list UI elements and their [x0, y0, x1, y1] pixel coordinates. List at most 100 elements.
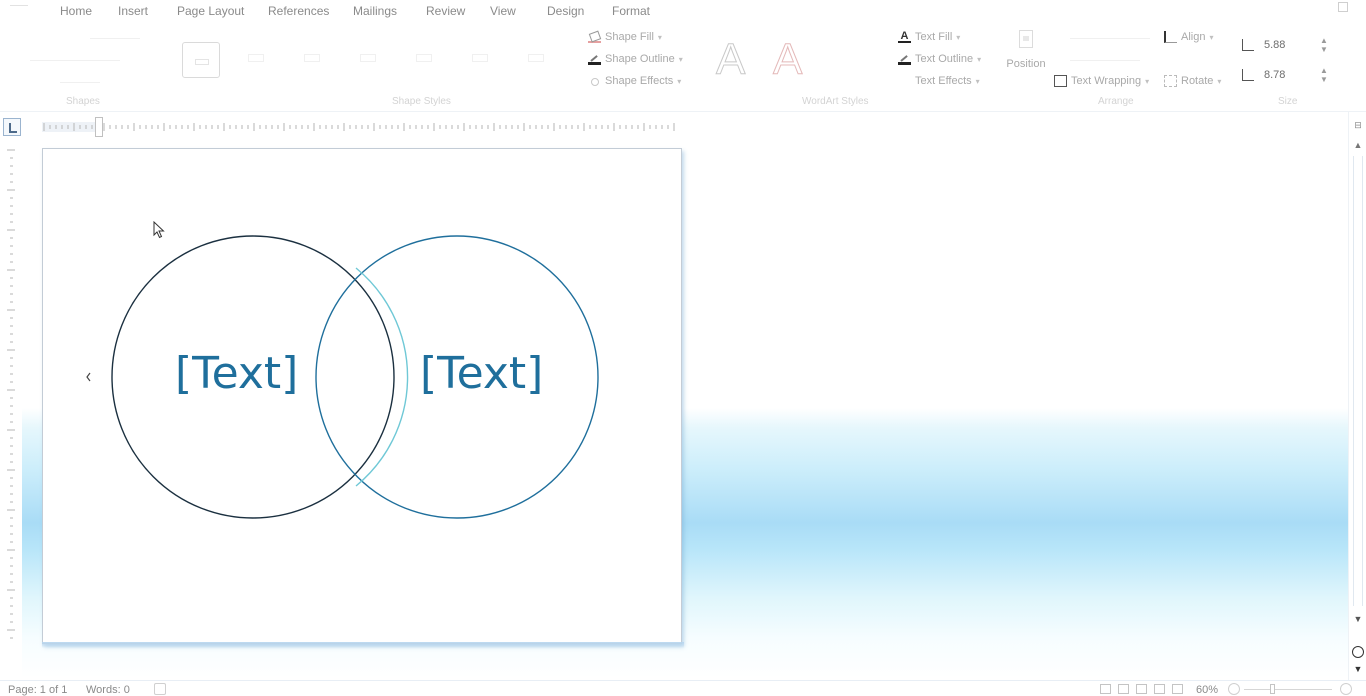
ruler-ticks	[7, 149, 15, 639]
chevron-down-icon: ▾	[975, 76, 980, 86]
print-layout-icon[interactable]	[1100, 684, 1111, 694]
position-button[interactable]: Position	[1002, 30, 1050, 82]
scroll-down-icon[interactable]: ▼	[1351, 612, 1365, 626]
next-page-icon[interactable]: ▼	[1351, 662, 1365, 676]
proofing-icon[interactable]	[154, 683, 166, 695]
scrollbar-thumb[interactable]	[1353, 156, 1363, 606]
zoom-level[interactable]: 60%	[1196, 684, 1218, 696]
chevron-down-icon: ▾	[657, 32, 662, 42]
shapes-gallery-row	[30, 60, 120, 61]
tab-view[interactable]: View	[490, 4, 516, 18]
shape-effects-icon	[588, 75, 601, 87]
shape-fill-button[interactable]: Shape Fill ▾	[588, 31, 662, 43]
tab-format[interactable]: Format	[612, 4, 650, 18]
shape-effects-button[interactable]: Shape Effects ▾	[588, 75, 681, 87]
rotate-label: Rotate	[1181, 75, 1214, 87]
shape-effects-label: Shape Effects	[605, 75, 674, 87]
wordart-style-sample[interactable]: A	[772, 34, 802, 86]
outline-view-icon[interactable]	[1154, 684, 1165, 694]
minimize-ribbon-icon[interactable]	[1338, 2, 1348, 12]
text-wrapping-button[interactable]: Text Wrapping ▾	[1054, 75, 1149, 87]
zoom-in-icon[interactable]	[1340, 683, 1352, 695]
group-label-wordart-styles: WordArt Styles	[802, 96, 869, 107]
width-icon	[1242, 69, 1254, 81]
align-label: Align	[1181, 31, 1206, 43]
shape-style-selected[interactable]	[182, 42, 220, 78]
text-effects-icon	[898, 75, 911, 87]
zoom-out-icon[interactable]	[1228, 683, 1240, 695]
page-count-status[interactable]: Page: 1 of 1	[8, 684, 67, 696]
shape-width-value: 8.78	[1264, 69, 1286, 81]
text-outline-button[interactable]: Text Outline ▾	[898, 53, 981, 65]
width-spinner-icon[interactable]: ▲ ▼	[1320, 66, 1328, 84]
height-spinner-icon[interactable]: ▲ ▼	[1320, 36, 1328, 54]
chevron-down-icon: ▾	[677, 76, 682, 86]
text-effects-button[interactable]: Text Effects ▾	[898, 75, 980, 87]
vertical-scrollbar[interactable]: ⊟ ▲ ▼ ▼	[1348, 112, 1366, 680]
vertical-ruler[interactable]	[4, 148, 18, 648]
zoom-slider[interactable]	[1244, 689, 1332, 690]
shapes-gallery-row	[90, 38, 140, 39]
tab-home[interactable]: Home	[60, 4, 92, 18]
tab-review[interactable]: Review	[426, 4, 465, 18]
text-fill-icon: A	[898, 31, 911, 43]
mouse-pointer-icon	[153, 221, 165, 239]
tab-references[interactable]: References	[268, 4, 329, 18]
venn-overlap-arc	[355, 267, 409, 487]
select-browse-object-icon[interactable]	[1352, 646, 1364, 658]
shape-style-option[interactable]	[416, 54, 432, 62]
group-label-shape-styles: Shape Styles	[392, 96, 451, 107]
text-wrapping-icon	[1054, 75, 1067, 87]
shape-style-option[interactable]	[360, 54, 376, 62]
shape-outline-button[interactable]: Shape Outline ▾	[588, 53, 683, 65]
text-pane-arrow-icon[interactable]	[86, 372, 91, 382]
text-outline-icon	[898, 53, 911, 65]
shape-height-field[interactable]: 5.88 ▲ ▼	[1240, 36, 1332, 56]
text-effects-label: Text Effects	[915, 75, 972, 87]
chevron-down-icon: ▾	[1217, 76, 1222, 86]
align-icon	[1164, 31, 1177, 43]
shapes-gallery-row	[60, 82, 100, 83]
ruler-margin	[42, 122, 100, 132]
venn-diagram[interactable]: [Text] [Text]	[42, 148, 682, 644]
shape-fill-label: Shape Fill	[605, 31, 654, 43]
horizontal-ruler[interactable]	[42, 120, 682, 134]
position-label: Position	[1006, 58, 1046, 70]
shape-width-field[interactable]: 8.78 ▲ ▼	[1240, 66, 1332, 86]
chevron-down-icon: ▾	[977, 54, 982, 64]
web-layout-icon[interactable]	[1136, 684, 1147, 694]
full-screen-reading-icon[interactable]	[1118, 684, 1129, 694]
shape-style-option[interactable]	[528, 54, 544, 62]
shape-outline-icon	[588, 53, 601, 65]
venn-label-right[interactable]: [Text]	[420, 348, 543, 399]
shape-style-option[interactable]	[472, 54, 488, 62]
ruler-toggle-icon[interactable]: ⊟	[1351, 118, 1365, 132]
text-fill-button[interactable]: A Text Fill ▾	[898, 31, 960, 43]
scroll-up-icon[interactable]: ▲	[1351, 138, 1365, 152]
tab-selector-icon[interactable]	[3, 118, 21, 136]
tab-page-layout[interactable]: Page Layout	[177, 4, 244, 18]
shape-style-option[interactable]	[304, 54, 320, 62]
shape-style-option[interactable]	[248, 54, 264, 62]
align-button[interactable]: Align ▾	[1164, 31, 1213, 43]
tab-insert[interactable]: Insert	[118, 4, 148, 18]
zoom-slider-thumb[interactable]	[1270, 684, 1275, 694]
venn-label-left[interactable]: [Text]	[175, 348, 298, 399]
wordart-style-sample[interactable]: A	[715, 34, 745, 86]
text-outline-label: Text Outline	[915, 53, 974, 65]
shape-height-value: 5.88	[1264, 39, 1286, 51]
rotate-button[interactable]: Rotate ▾	[1164, 75, 1221, 87]
height-icon	[1242, 39, 1254, 51]
arrange-disabled-row	[1070, 60, 1140, 61]
word-count-status[interactable]: Words: 0	[86, 684, 130, 696]
draft-view-icon[interactable]	[1172, 684, 1183, 694]
indent-marker[interactable]	[95, 117, 103, 137]
tab-design[interactable]: Design	[547, 4, 584, 18]
chevron-down-icon: ▾	[956, 32, 961, 42]
ruler-ticks	[43, 123, 675, 131]
ribbon: Shape Fill ▾ Shape Outline ▾ Shape Effec…	[0, 24, 1366, 112]
venn-circles	[86, 235, 599, 519]
chevron-down-icon: ▾	[1145, 76, 1150, 86]
group-label-size: Size	[1278, 96, 1298, 107]
tab-mailings[interactable]: Mailings	[353, 4, 397, 18]
